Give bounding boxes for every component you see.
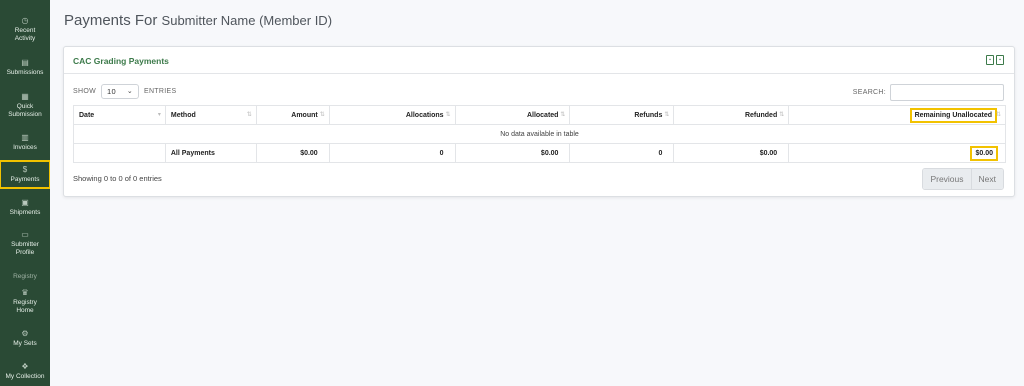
pagination: Previous Next: [922, 168, 1004, 190]
table-info: Showing 0 to 0 of 0 entries: [73, 174, 162, 183]
column-header-date[interactable]: Date ▾: [73, 105, 166, 125]
column-header-allocated[interactable]: Allocated ⇅: [454, 105, 571, 125]
id-card-icon: ▭: [21, 230, 29, 239]
column-header-refunds[interactable]: Refunds ⇅: [569, 105, 675, 125]
search-input[interactable]: [890, 84, 1004, 101]
sidebar-item-label: My Collection: [5, 373, 45, 380]
column-header-method[interactable]: Method ⇅: [164, 105, 257, 125]
sort-icon: ⇅: [779, 112, 785, 118]
sidebar-item-submissions[interactable]: ▤ Submissions: [0, 58, 50, 77]
page-length-select[interactable]: 10 ⌄: [100, 84, 139, 99]
column-header-remaining-unallocated[interactable]: Remaining Unallocated ⇅: [788, 105, 1006, 125]
file-icon: ▤: [21, 58, 29, 67]
empty-message: No data available in table: [73, 124, 1006, 144]
search-area: SEARCH:: [853, 84, 1004, 101]
sort-icon: ⇅: [445, 112, 451, 118]
search-label: SEARCH:: [852, 89, 886, 96]
totals-allocated: $0.00: [454, 143, 571, 163]
dollar-icon: $: [22, 165, 28, 174]
entries-label: ENTRIES: [143, 88, 177, 95]
show-label: SHOW: [73, 88, 96, 95]
sidebar: ◷ Recent Activity ▤ Submissions ▦ Quick …: [0, 0, 50, 386]
sidebar-item-label: Submitter: [11, 241, 39, 248]
payments-table: Date ▾ Method ⇅ Amount ⇅ Allocations ⇅ Alloc…: [73, 105, 1006, 163]
sort-desc-icon: ▾: [157, 112, 161, 118]
table-totals-row: All Payments $0.00 0 $0.00 0 $0.00 $0.00: [73, 143, 1006, 163]
next-button[interactable]: Next: [970, 169, 1003, 189]
previous-button[interactable]: Previous: [923, 169, 971, 189]
sort-icon: ⇅: [319, 112, 325, 118]
column-header-refunded[interactable]: Refunded ⇅: [673, 105, 790, 125]
lightning-icon: ▦: [21, 92, 29, 101]
sidebar-item-payments[interactable]: $ Payments: [0, 160, 50, 189]
export-excel-icon[interactable]: ▪: [996, 55, 1004, 65]
export-icons: ▪ ▪: [986, 55, 1004, 65]
totals-remaining: $0.00: [788, 143, 1006, 163]
sidebar-item-label: My Sets: [13, 340, 37, 347]
show-entries: SHOW 10 ⌄ ENTRIES: [73, 84, 176, 99]
sidebar-section-registry: Registry: [13, 273, 37, 280]
export-pdf-icon[interactable]: ▪: [986, 55, 994, 65]
sidebar-item-invoices[interactable]: ▥ Invoices: [0, 133, 50, 152]
totals-date: [73, 143, 166, 163]
totals-allocations: 0: [328, 143, 456, 163]
totals-method: All Payments: [164, 143, 257, 163]
sidebar-item-quick-submission[interactable]: ▦ Quick Submission: [0, 92, 50, 119]
sort-icon: ⇅: [664, 112, 670, 118]
highlight-remaining-unallocated: Remaining Unallocated: [909, 107, 998, 123]
card-title: CAC Grading Payments: [73, 56, 169, 66]
sidebar-item-label: Home: [16, 307, 34, 314]
clock-icon: ◷: [21, 16, 29, 25]
sort-icon: ⇅: [995, 112, 1001, 118]
sidebar-item-label: Registry: [13, 299, 37, 306]
table-empty-row: No data available in table: [73, 124, 1006, 144]
sort-icon: ⇅: [560, 112, 566, 118]
card-header: CAC Grading Payments ▪ ▪: [64, 47, 1014, 74]
totals-refunds: 0: [569, 143, 675, 163]
sort-icon: ⇅: [246, 112, 252, 118]
sidebar-item-recent-activity[interactable]: ◷ Recent Activity: [0, 16, 50, 43]
sidebar-item-label: Submission: [8, 111, 42, 118]
column-header-amount[interactable]: Amount ⇅: [255, 105, 330, 125]
sidebar-item-my-collection[interactable]: ❖ My Collection: [0, 362, 50, 381]
sidebar-item-shipments[interactable]: ▣ Shipments: [0, 198, 50, 217]
sidebar-item-label: Quick: [16, 103, 34, 110]
sidebar-item-label: Profile: [15, 249, 35, 256]
sidebar-item-submitter-profile[interactable]: ▭ Submitter Profile: [0, 230, 50, 257]
payments-card: CAC Grading Payments ▪ ▪ SHOW 10 ⌄ ENTRI…: [63, 46, 1015, 197]
sidebar-item-label: Payments: [10, 176, 40, 183]
sidebar-item-registry-home[interactable]: ♛ Registry Home: [0, 288, 50, 315]
sidebar-item-label: Activity: [14, 35, 36, 42]
sidebar-item-my-sets[interactable]: ⚙ My Sets: [0, 329, 50, 348]
sidebar-item-label: Shipments: [9, 209, 41, 216]
highlight-remaining-total: $0.00: [970, 145, 998, 161]
column-header-allocations[interactable]: Allocations ⇅: [328, 105, 456, 125]
totals-amount: $0.00: [255, 143, 330, 163]
page-title-prefix: Payments For: [64, 12, 158, 29]
sets-icon: ⚙: [21, 329, 29, 338]
sidebar-item-label: Submissions: [6, 69, 44, 76]
collection-icon: ❖: [21, 362, 29, 371]
table-header-row: Date ▾ Method ⇅ Amount ⇅ Allocations ⇅ Alloc…: [73, 105, 1006, 125]
totals-refunded: $0.00: [673, 143, 790, 163]
page-length-value: 10: [106, 87, 116, 96]
box-icon: ▣: [21, 198, 29, 207]
receipt-icon: ▥: [21, 133, 29, 142]
sidebar-item-label: Recent: [14, 27, 36, 34]
page-title-submitter: Submitter Name (Member ID): [161, 13, 333, 28]
page-title: Payments For Submitter Name (Member ID): [64, 12, 332, 29]
chevron-down-icon: ⌄: [126, 88, 133, 95]
sidebar-item-label: Invoices: [13, 144, 37, 151]
trophy-icon: ♛: [21, 288, 29, 297]
